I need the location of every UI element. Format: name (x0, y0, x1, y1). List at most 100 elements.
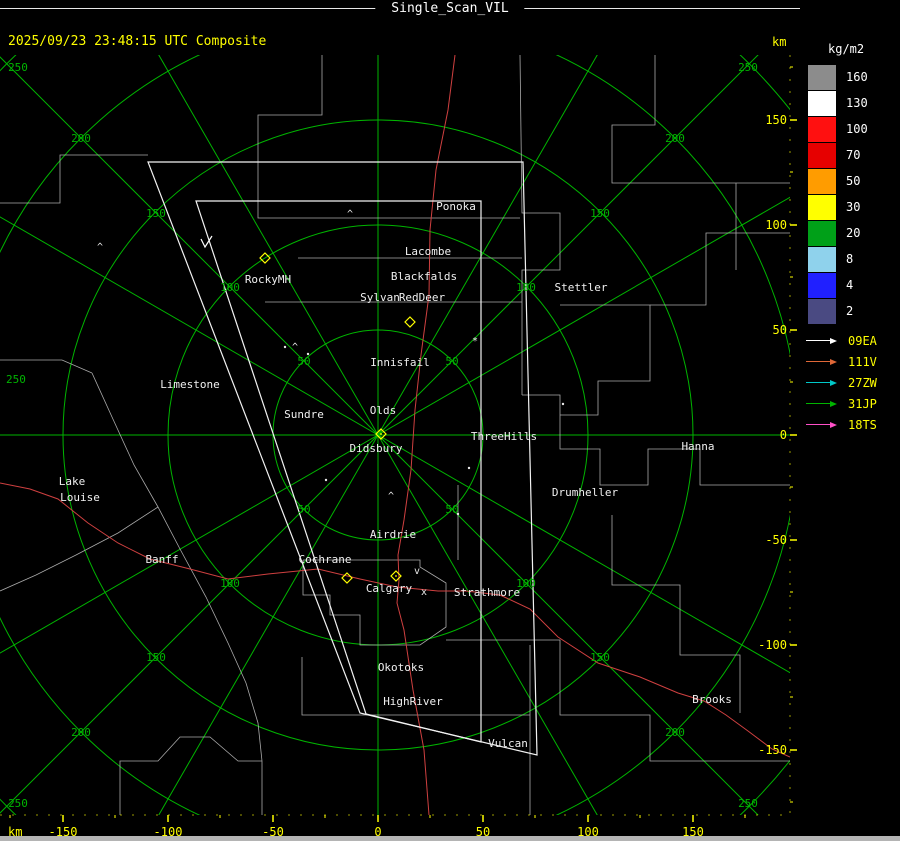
city-label: Innisfail (370, 356, 430, 369)
axis-label-right: -150 (758, 743, 787, 757)
range-label: 150 (590, 651, 610, 664)
caret-symbol: ^ (97, 242, 103, 253)
city-label: RockyMH (245, 273, 291, 286)
dot-symbol (561, 402, 565, 406)
colorbar-row: 8 (808, 246, 868, 272)
colorbar-row: 4 (808, 272, 868, 298)
color-swatch (808, 142, 836, 168)
city-label: Stettler (555, 281, 608, 294)
range-label: 100 (516, 281, 536, 294)
range-label: 200 (71, 726, 91, 739)
dot-symbol (306, 352, 310, 356)
radar-id: 111V (848, 354, 877, 369)
city-label: ThreeHills (471, 430, 537, 443)
radar-arrow-icon (806, 379, 842, 386)
range-label: 200 (71, 132, 91, 145)
colorbar-value: 2 (846, 304, 854, 318)
window-title: Single_Scan_VIL (375, 1, 525, 16)
city-label: Blackfalds (391, 270, 457, 283)
range-label: 200 (665, 132, 685, 145)
color-swatch (808, 168, 836, 194)
color-swatch (808, 90, 836, 116)
storm-cell-markers: ^ ^ ^ ^ * v x (97, 209, 565, 598)
radar-arrow-icon (806, 421, 842, 428)
dot-symbol (467, 466, 471, 470)
range-label: 50 (445, 355, 458, 368)
colorbar-row: 160 (808, 64, 868, 90)
radar-legend-row: 111V (806, 351, 877, 372)
range-label: 50 (297, 355, 310, 368)
radar-id: 09EA (848, 333, 877, 348)
colorbar-row: 130 (808, 90, 868, 116)
city-label: Ponoka (436, 200, 476, 213)
color-swatch (808, 298, 836, 324)
radar-legend-row: 31JP (806, 393, 877, 414)
scan-timestamp: 2025/09/23 23:48:15 UTC Composite (8, 34, 267, 49)
range-label: 250 (8, 797, 28, 810)
radar-id: 18TS (848, 417, 877, 432)
color-swatch (808, 116, 836, 142)
cross-symbol: x (421, 587, 427, 598)
vee-symbol: v (414, 566, 420, 577)
radar-legend-row: 27ZW (806, 372, 877, 393)
range-label: 50 (445, 503, 458, 516)
range-label: 250 (738, 61, 758, 74)
city-label: HighRiver (383, 695, 443, 708)
city-label: Hanna (681, 440, 714, 453)
axis-label-right: 0 (780, 428, 787, 442)
axis-label-right: 150 (765, 113, 787, 127)
radar-app-window: Single_Scan_VIL 2025/09/23 23:48:15 UTC … (0, 0, 900, 841)
range-label: 250 (738, 797, 758, 810)
axis-label-right: 100 (765, 218, 787, 232)
city-label: Limestone (160, 378, 220, 391)
colorbar-row: 20 (808, 220, 868, 246)
dot-symbol (324, 478, 328, 482)
radar-map[interactable]: 50 100 150 200 250 50 100 150 200 250 50… (0, 55, 900, 841)
radar-arrow-icon (806, 337, 842, 344)
radar-legend-row: 18TS (806, 414, 877, 435)
color-swatch (808, 246, 836, 272)
radar-id: 27ZW (848, 375, 877, 390)
radar-arrow-icon (806, 400, 842, 407)
colorbar-value: 20 (846, 226, 861, 240)
city-label: Drumheller (552, 486, 619, 499)
axis-unit-top-right: km (772, 35, 787, 49)
range-label: 100 (220, 577, 240, 590)
colorbar-row: 2 (808, 298, 868, 324)
color-swatch (808, 64, 836, 90)
city-label: RedDeer (399, 291, 446, 304)
range-label: 150 (146, 651, 166, 664)
city-label: Strathmore (454, 586, 520, 599)
colorbar-value: 70 (846, 148, 861, 162)
axis-label-right: 50 (773, 323, 787, 337)
range-rings (0, 55, 790, 815)
colorbar-row: 30 (808, 194, 868, 220)
caret-symbol: ^ (388, 491, 394, 502)
range-label: 150 (146, 207, 166, 220)
range-label: 250 (6, 373, 26, 386)
colorbar-value: 8 (846, 252, 854, 266)
colorbar-value: 130 (846, 96, 868, 110)
city-label: Sylvan (360, 291, 400, 304)
color-swatch (808, 194, 836, 220)
axis-label-right: -50 (765, 533, 787, 547)
city-label: Lake (59, 475, 86, 488)
axis-label-right: -100 (758, 638, 787, 652)
colorbar-unit: kg/m2 (828, 42, 865, 56)
caret-symbol: ^ (347, 209, 353, 220)
city-label: Brooks (692, 693, 732, 706)
range-label: 250 (8, 61, 28, 74)
caret-symbol: ^ (292, 342, 298, 353)
dot-symbol (283, 345, 287, 349)
bottom-window-strip (0, 836, 900, 841)
city-label: Sundre (284, 408, 324, 421)
dot-symbol (456, 512, 460, 516)
radar-id: 31JP (848, 396, 877, 411)
city-labels: Ponoka Lacombe Blackfalds RedDeer Sylvan… (59, 200, 732, 750)
color-swatch (808, 272, 836, 298)
range-label: 100 (220, 281, 240, 294)
colorbar-value: 160 (846, 70, 868, 84)
colorbar-value: 50 (846, 174, 861, 188)
colorbar-value: 4 (846, 278, 854, 292)
colorbar-row: 70 (808, 142, 868, 168)
